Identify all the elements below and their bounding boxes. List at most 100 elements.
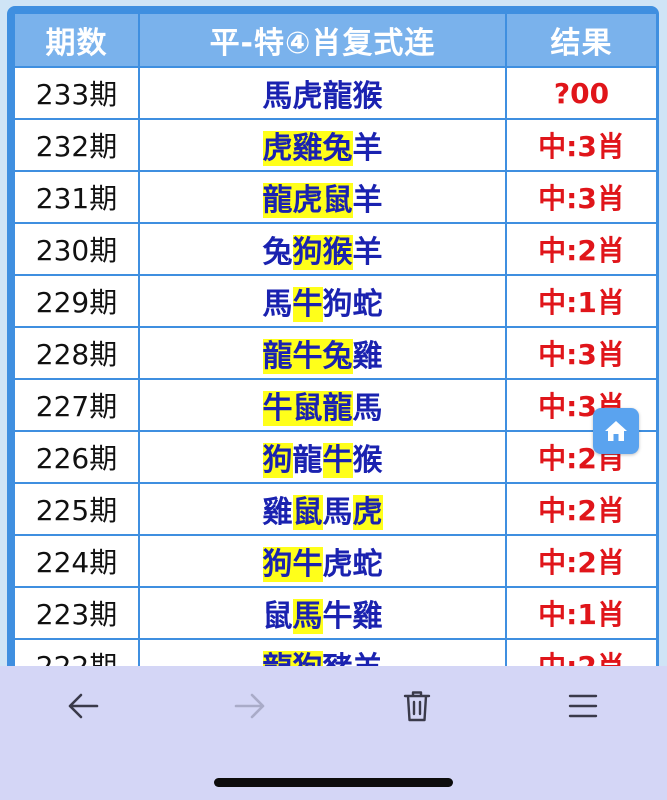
zodiac-sign: 鼠 — [322, 183, 353, 218]
zodiac-sign: 馬 — [322, 495, 353, 530]
zodiac-sign: 狗 — [262, 443, 293, 478]
header-result: 结果 — [507, 14, 656, 66]
period-cell: 226期 — [15, 430, 140, 482]
results-table: 期数 平-特④肖复式连 结果 233期 馬虎龍猴 ?00 232期 虎雞兔羊 中:3肖 23… — [15, 14, 656, 686]
zodiac-cell: 馬虎龍猴 — [140, 66, 507, 118]
zodiac-sign: 兔 — [262, 235, 293, 270]
arrow-right-icon — [234, 693, 265, 719]
menu-icon — [568, 694, 598, 718]
zodiac-sign: 蛇 — [352, 547, 383, 582]
zodiac-sign: 龍 — [262, 339, 293, 374]
zodiac-sign: 馬 — [352, 391, 383, 426]
period-cell: 223期 — [15, 586, 140, 638]
home-icon — [605, 421, 627, 441]
home-indicator — [214, 778, 453, 787]
trash-icon — [403, 691, 431, 722]
zodiac-cell: 狗龍牛猴 — [140, 430, 507, 482]
zodiac-cell: 龍牛兔雞 — [140, 326, 507, 378]
zodiac-sign: 兔 — [322, 131, 353, 166]
zodiac-cell: 牛鼠龍馬 — [140, 378, 507, 430]
zodiac-sign: 鼠 — [292, 495, 323, 530]
table-body: 233期 馬虎龍猴 ?00 232期 虎雞兔羊 中:3肖 231期 龍虎鼠羊 中:3肖 230期兔… — [15, 66, 656, 686]
result-cell: ?00 — [507, 66, 656, 118]
zodiac-sign: 鼠 — [262, 599, 293, 634]
header-zodiac: 平-特④肖复式连 — [140, 14, 507, 66]
zodiac-sign: 雞 — [292, 131, 323, 166]
result-cell: 中:1肖 — [507, 274, 656, 326]
zodiac-sign: 猴 — [352, 443, 383, 478]
period-cell: 225期 — [15, 482, 140, 534]
zodiac-sign: 猴 — [352, 79, 383, 114]
zodiac-sign: 牛 — [322, 443, 353, 478]
zodiac-cell: 狗牛虎蛇 — [140, 534, 507, 586]
zodiac-sign: 牛 — [292, 339, 323, 374]
zodiac-sign: 龍 — [322, 391, 353, 426]
table-row: 225期 雞鼠馬虎 中:2肖 — [15, 482, 656, 534]
table-row: 223期 鼠馬牛雞 中:1肖 — [15, 586, 656, 638]
zodiac-sign: 雞 — [352, 339, 383, 374]
result-cell: 中:2肖 — [507, 482, 656, 534]
zodiac-sign: 狗 — [292, 235, 323, 270]
arrow-left-icon — [68, 693, 99, 719]
table-header-row: 期数 平-特④肖复式连 结果 — [15, 14, 656, 66]
back-button[interactable] — [53, 686, 113, 726]
menu-button[interactable] — [553, 686, 613, 726]
period-cell: 229期 — [15, 274, 140, 326]
zodiac-sign: 龍 — [262, 183, 293, 218]
period-cell: 224期 — [15, 534, 140, 586]
zodiac-sign: 牛 — [262, 391, 293, 426]
zodiac-cell: 兔狗猴羊 — [140, 222, 507, 274]
table-row: 230期 兔狗猴羊 中:2肖 — [15, 222, 656, 274]
table-row: 228期 龍牛兔雞 中:3肖 — [15, 326, 656, 378]
table-row: 232期 虎雞兔羊 中:3肖 — [15, 118, 656, 170]
zodiac-sign: 狗 — [262, 547, 293, 582]
zodiac-sign: 牛 — [322, 599, 353, 634]
table-row: 227期 牛鼠龍馬 中:3肖 — [15, 378, 656, 430]
zodiac-sign: 狗 — [322, 287, 353, 322]
zodiac-sign: 虎 — [352, 495, 383, 530]
result-cell: 中:2肖 — [507, 222, 656, 274]
zodiac-sign: 羊 — [352, 235, 383, 270]
period-cell: 230期 — [15, 222, 140, 274]
table-row: 224期 狗牛虎蛇 中:2肖 — [15, 534, 656, 586]
zodiac-sign: 虎 — [262, 131, 293, 166]
forward-button[interactable] — [220, 686, 280, 726]
period-cell: 233期 — [15, 66, 140, 118]
zodiac-cell: 馬牛狗蛇 — [140, 274, 507, 326]
result-cell: 中:1肖 — [507, 586, 656, 638]
zodiac-sign: 龍 — [292, 443, 323, 478]
browser-toolbar — [0, 666, 667, 800]
result-cell: 中:3肖 — [507, 118, 656, 170]
zodiac-sign: 虎 — [292, 183, 323, 218]
results-table-frame: 期数 平-特④肖复式连 结果 233期 馬虎龍猴 ?00 232期 虎雞兔羊 中:3肖 23… — [7, 6, 659, 686]
period-cell: 231期 — [15, 170, 140, 222]
zodiac-sign: 羊 — [352, 183, 383, 218]
header-period: 期数 — [15, 14, 140, 66]
zodiac-sign: 虎 — [292, 79, 323, 114]
zodiac-sign: 雞 — [262, 495, 293, 530]
zodiac-sign: 兔 — [322, 339, 353, 374]
zodiac-sign: 牛 — [292, 547, 323, 582]
zodiac-sign: 馬 — [262, 287, 293, 322]
zodiac-sign: 虎 — [322, 547, 353, 582]
zodiac-cell: 虎雞兔羊 — [140, 118, 507, 170]
zodiac-cell: 鼠馬牛雞 — [140, 586, 507, 638]
period-cell: 227期 — [15, 378, 140, 430]
table-row: 229期 馬牛狗蛇 中:1肖 — [15, 274, 656, 326]
zodiac-sign: 蛇 — [352, 287, 383, 322]
zodiac-sign: 羊 — [352, 131, 383, 166]
delete-button[interactable] — [387, 686, 447, 726]
zodiac-sign: 馬 — [262, 79, 293, 114]
zodiac-sign: 牛 — [292, 287, 323, 322]
zodiac-sign: 馬 — [292, 599, 323, 634]
zodiac-sign: 鼠 — [292, 391, 323, 426]
zodiac-cell: 雞鼠馬虎 — [140, 482, 507, 534]
period-cell: 232期 — [15, 118, 140, 170]
zodiac-sign: 猴 — [322, 235, 353, 270]
zodiac-sign: 雞 — [352, 599, 383, 634]
table-row: 231期 龍虎鼠羊 中:3肖 — [15, 170, 656, 222]
result-cell: 中:3肖 — [507, 326, 656, 378]
table-row: 233期 馬虎龍猴 ?00 — [15, 66, 656, 118]
zodiac-sign: 龍 — [322, 79, 353, 114]
home-button[interactable] — [593, 408, 639, 454]
